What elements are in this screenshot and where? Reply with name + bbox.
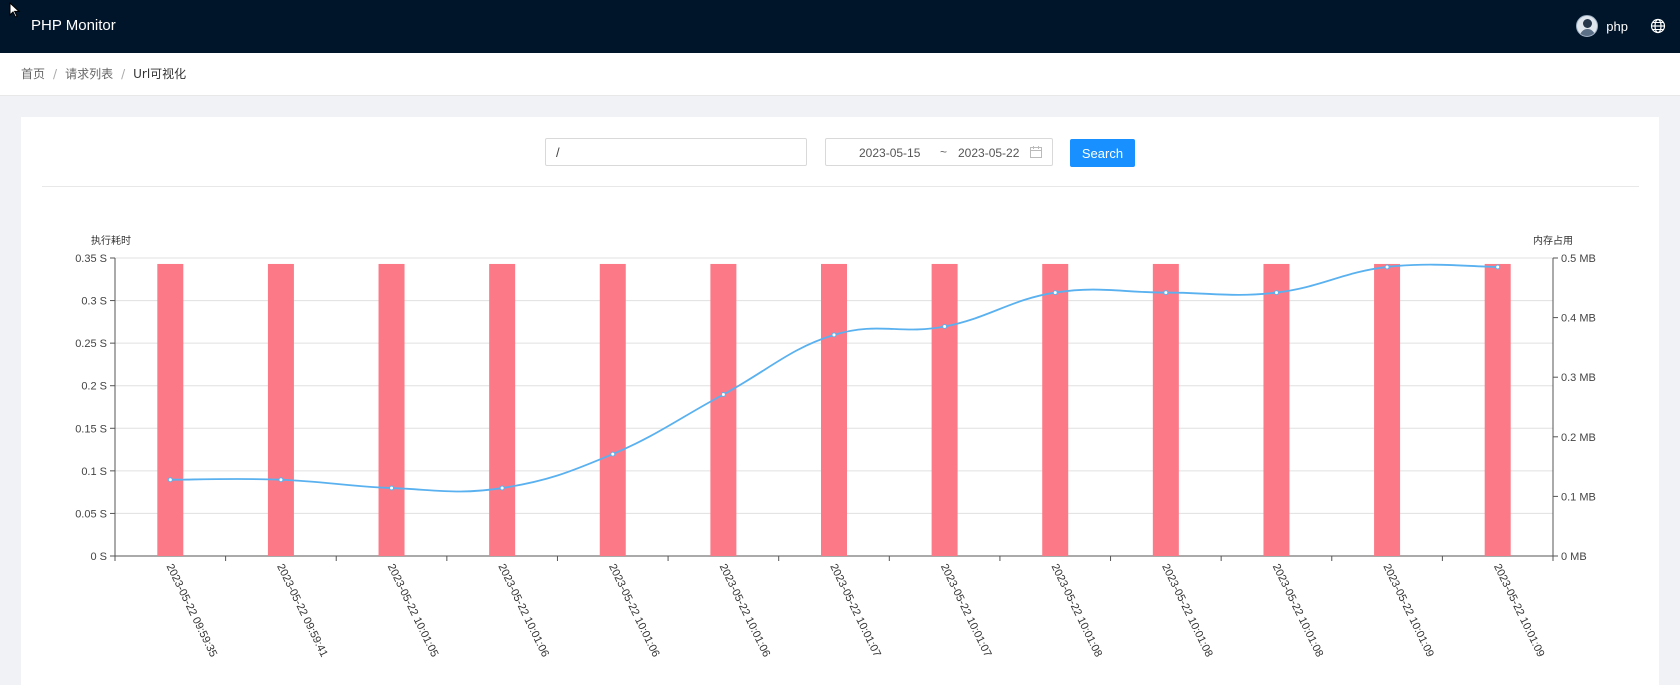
x-tick-label: 2023-05-22 09:59:35 [164,562,220,659]
bar-execution-time [378,263,405,556]
y-right-tick-label: 0.4 MB [1561,313,1596,325]
y-left-tick-label: 0.15 S [75,423,107,435]
y-left-tick-label: 0 S [90,551,107,563]
x-tick-label: 2023-05-22 10:01:05 [385,562,441,659]
x-tick-label: 2023-05-22 10:01:06 [606,562,662,659]
x-tick-label: 2023-05-22 10:01:06 [717,562,773,659]
bar-execution-time [157,263,184,556]
x-tick-label: 2023-05-22 10:01:08 [1270,562,1326,659]
line-point-memory [499,485,505,491]
line-point-memory [1384,264,1390,270]
line-point-memory [1273,290,1279,296]
bar-execution-time [710,263,737,556]
line-point-memory [278,477,284,483]
y-left-tick-label: 0.3 S [81,296,107,308]
y-left-tick-label: 0.25 S [75,338,107,350]
y-right-tick-label: 0.2 MB [1561,432,1596,444]
x-tick-label: 2023-05-22 09:59:41 [274,562,330,659]
y-left-tick-label: 0.05 S [75,508,107,520]
bar-execution-time [267,263,294,556]
y-left-axis-name: 执行耗时 [91,234,131,247]
y-right-tick-label: 0 MB [1561,551,1587,563]
x-tick-label: 2023-05-22 10:01:08 [1049,562,1105,659]
bar-execution-time [1484,263,1511,556]
x-tick-label: 2023-05-22 10:01:07 [938,562,994,659]
y-left-tick-label: 0.2 S [81,381,107,393]
bar-execution-time [489,263,516,556]
x-tick-label: 2023-05-22 10:01:08 [1159,562,1215,659]
x-tick-label: 2023-05-22 10:01:09 [1491,562,1547,659]
line-point-memory [1495,264,1501,270]
bar-execution-time [931,263,958,556]
y-left-tick-label: 0.35 S [75,253,107,265]
line-point-memory [610,451,616,457]
line-point-memory [720,391,726,397]
y-right-tick-label: 0.5 MB [1561,253,1596,265]
bar-execution-time [1263,263,1290,556]
bar-execution-time [1042,263,1069,556]
line-point-memory [1163,290,1169,296]
y-right-tick-label: 0.3 MB [1561,372,1596,384]
y-right-axis-name: 内存占用 [1533,234,1573,247]
line-point-memory [831,332,837,338]
bar-execution-time [599,263,626,556]
x-tick-label: 2023-05-22 10:01:07 [827,562,883,659]
x-tick-label: 2023-05-22 10:01:09 [1380,562,1436,659]
x-tick-label: 2023-05-22 10:01:06 [495,562,551,659]
y-left-tick-label: 0.1 S [81,466,107,478]
bar-execution-time [1374,263,1401,556]
url-chart: 0 S 0.05 S 0.1 S 0.15 S 0.2 S 0.25 S 0.3 S 0.35… [75,234,1596,659]
line-point-memory [1052,290,1058,296]
bar-execution-time [1152,263,1179,556]
line-point-memory [389,485,395,491]
y-right-tick-label: 0.1 MB [1561,491,1596,503]
bar-execution-time [821,263,847,556]
line-point-memory [167,477,173,483]
line-point-memory [942,324,948,330]
